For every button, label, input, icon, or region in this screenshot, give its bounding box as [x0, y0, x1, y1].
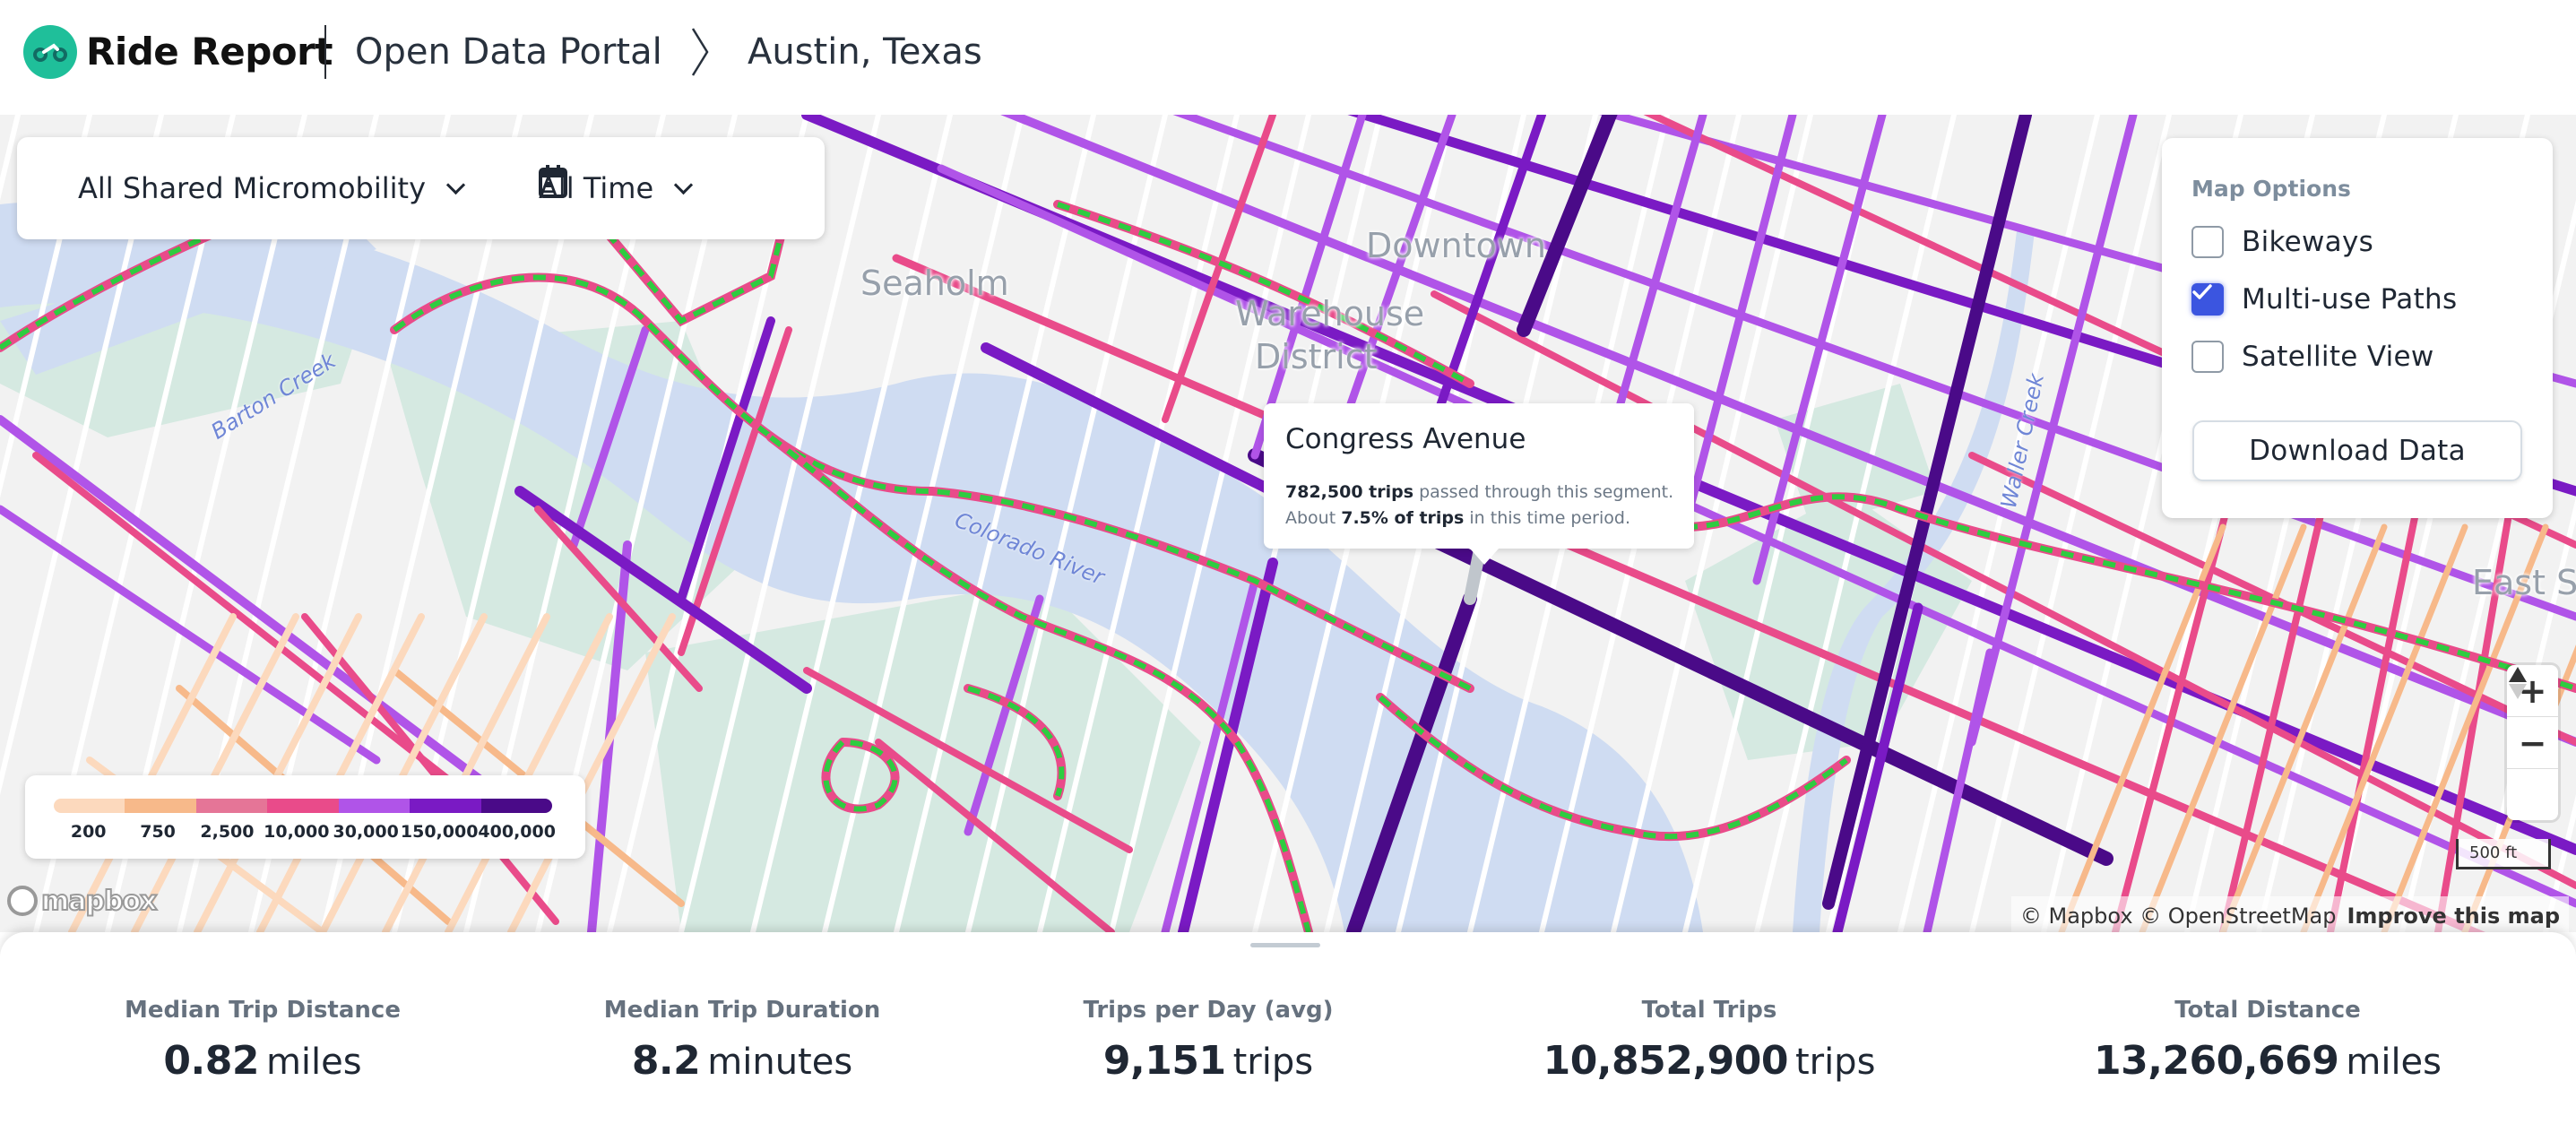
- drawer-handle[interactable]: [1250, 943, 1320, 947]
- segment-tooltip: Congress Avenue 782,500 trips passed thr…: [1264, 403, 1694, 565]
- tooltip-trip-share: About 7.5% of trips in this time period.: [1285, 508, 1630, 528]
- map-attribution: © Mapbox © OpenStreetMap Improve this ma…: [2010, 896, 2569, 932]
- legend-swatch: [480, 799, 552, 813]
- tooltip-trip-count: 782,500 trips passed through this segmen…: [1285, 482, 1674, 502]
- street-segment: [131, 613, 299, 932]
- legend-tick-label: 10,000: [264, 822, 330, 842]
- checkmark-icon: [2192, 284, 2212, 299]
- attribution-text[interactable]: © Mapbox © OpenStreetMap: [2020, 904, 2337, 929]
- chevron-down-icon: [445, 175, 466, 195]
- compass-button[interactable]: [2507, 667, 2558, 820]
- legend-tick-label: 400,000: [478, 822, 556, 842]
- option-label: Multi-use Paths: [2242, 283, 2458, 316]
- breadcrumb-city: Austin, Texas: [748, 31, 982, 73]
- mapbox-logo[interactable]: mapbox: [7, 883, 158, 919]
- satellite-view-checkbox[interactable]: [2191, 341, 2224, 373]
- legend-swatch: [54, 799, 125, 813]
- legend-color-bar: [54, 799, 552, 813]
- header-divider: [324, 25, 326, 79]
- time-range-dropdown[interactable]: All Time: [539, 164, 694, 212]
- legend-tick-label: 200: [70, 822, 107, 842]
- map-scale-bar: 500 ft: [2456, 839, 2551, 869]
- mode-dropdown-value: All Shared Micromobility: [78, 171, 427, 205]
- legend-labels: 200 750 2,500 10,000 30,000 150,000 400,000: [54, 822, 556, 842]
- tooltip-street-name: Congress Avenue: [1285, 423, 1526, 455]
- street-segment: [1681, 115, 1797, 532]
- zoom-out-button[interactable]: −: [2507, 717, 2558, 769]
- bikeways-checkbox[interactable]: [2191, 226, 2224, 258]
- ride-report-logo[interactable]: [23, 25, 77, 79]
- legend-swatch: [267, 799, 339, 813]
- legend-tick-label: 750: [140, 822, 176, 842]
- trip-map[interactable]: Downtown Warehouse District Seaholm East…: [0, 115, 2576, 932]
- multi-use-paths-checkbox[interactable]: [2191, 283, 2224, 316]
- street-segment: [1517, 115, 1618, 337]
- improve-map-link[interactable]: Improve this map: [2347, 904, 2560, 929]
- map-options-panel: Map Options Bikeways Multi-use Paths Sat…: [2162, 138, 2553, 518]
- stat-median-trip-duration: Median Trip Duration 8.2 minutes: [603, 997, 881, 1084]
- stat-trips-per-day: Trips per Day (avg) 9,151 trips: [1083, 997, 1334, 1084]
- legend-swatch: [410, 799, 481, 813]
- option-satellite-view[interactable]: Satellite View: [2191, 341, 2434, 373]
- place-label-seaholm: Seaholm: [860, 264, 1009, 303]
- download-data-button[interactable]: Download Data: [2192, 420, 2522, 481]
- street-segment: [2300, 523, 2468, 932]
- legend-tick-label: 150,000: [400, 822, 479, 842]
- place-label-downtown: Downtown: [1366, 226, 1546, 265]
- bike-icon: [33, 43, 67, 62]
- legend-tick-label: 30,000: [333, 822, 399, 842]
- place-label-district: District: [1255, 337, 1378, 376]
- mode-dropdown[interactable]: All Shared Micromobility: [78, 164, 466, 212]
- compass-icon: [2509, 667, 2527, 699]
- filter-panel: All Shared Micromobility All Time: [17, 137, 825, 239]
- option-label: Satellite View: [2242, 341, 2434, 373]
- legend-swatch: [125, 799, 196, 813]
- stat-total-trips: Total Trips 10,852,900 trips: [1543, 997, 1876, 1084]
- stat-median-trip-distance: Median Trip Distance 0.82 miles: [125, 997, 401, 1084]
- breadcrumb-chevron-icon: [691, 28, 709, 76]
- option-label: Bikeways: [2242, 226, 2374, 258]
- stat-total-distance: Total Distance 13,260,669 miles: [2094, 997, 2442, 1084]
- place-label-warehouse: Warehouse: [1235, 294, 1425, 333]
- legend-tick-label: 2,500: [200, 822, 255, 842]
- option-multi-use-paths[interactable]: Multi-use Paths: [2191, 283, 2457, 316]
- summary-stats-panel: Median Trip Distance 0.82 miles Median Tr…: [0, 932, 2576, 1124]
- map-zoom-controls: + −: [2507, 665, 2558, 820]
- option-bikeways[interactable]: Bikeways: [2191, 226, 2373, 258]
- legend-swatch: [338, 799, 411, 813]
- map-options-title: Map Options: [2191, 176, 2351, 202]
- chevron-down-icon: [674, 175, 694, 195]
- calendar-icon: [539, 165, 567, 198]
- app-header: Ride Report Open Data Portal Austin, Tex…: [0, 0, 2576, 115]
- legend-swatch: [195, 799, 268, 813]
- brand-name[interactable]: Ride Report: [86, 23, 333, 81]
- place-label-east-sixth: East S: [2472, 563, 2576, 602]
- breadcrumb-open-data-portal[interactable]: Open Data Portal: [355, 23, 662, 81]
- trip-volume-legend: 200 750 2,500 10,000 30,000 150,000 400,000: [25, 775, 585, 859]
- mapbox-logo-icon: [7, 886, 38, 916]
